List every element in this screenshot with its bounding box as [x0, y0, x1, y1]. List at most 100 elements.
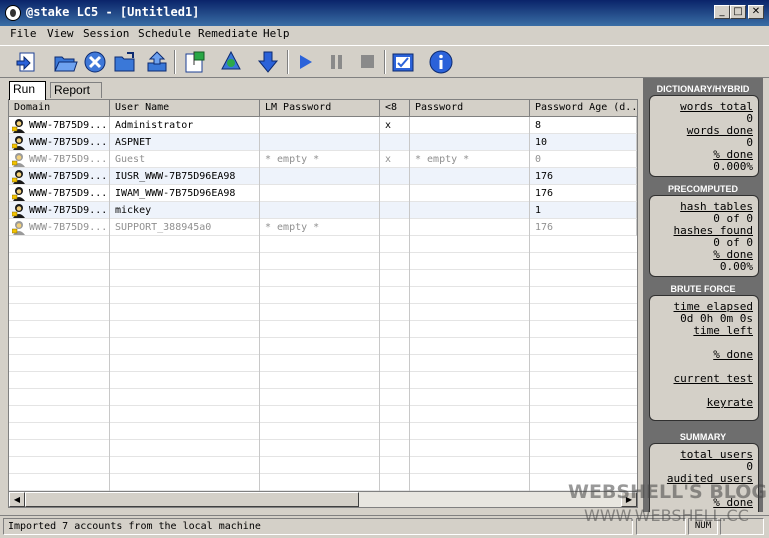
- cell-domain: WWW-7B75D9...: [9, 134, 110, 151]
- column-divider: [259, 117, 260, 492]
- tab-run[interactable]: Run: [9, 81, 46, 100]
- column-header-user-name[interactable]: User Name: [110, 100, 260, 117]
- grid-line: [9, 422, 637, 423]
- cell-user: ASPNET: [110, 134, 260, 151]
- menu-view[interactable]: View: [47, 27, 74, 40]
- column-header-password-age[interactable]: Password Age (d...: [530, 100, 637, 117]
- cell-age: 176: [530, 185, 637, 202]
- pause-icon[interactable]: [323, 49, 349, 75]
- column-divider: [409, 117, 410, 492]
- precomputed-section-title: PRECOMPUTED: [667, 184, 738, 194]
- table-row[interactable]: WWW-7B75D9... IWAM_WWW-7B75D96EA98 176: [9, 185, 637, 202]
- cell-lt8: [380, 185, 410, 202]
- window-title: @stake LC5 - [Untitled1]: [26, 5, 200, 19]
- table-row[interactable]: WWW-7B75D9... IUSR_WWW-7B75D96EA98 176: [9, 168, 637, 185]
- play-icon[interactable]: [292, 49, 318, 75]
- tab-report[interactable]: Report: [50, 82, 102, 98]
- minimize-button[interactable]: _: [714, 5, 730, 19]
- scroll-left-button[interactable]: ◀: [9, 492, 25, 507]
- domain-text: WWW-7B75D9...: [29, 137, 108, 148]
- cell-user: IWAM_WWW-7B75D96EA98: [110, 185, 260, 202]
- report-icon[interactable]: [390, 49, 416, 75]
- progress-panel: DICTIONARY/HYBRID words total 0 words do…: [643, 78, 763, 512]
- grid-line: [9, 252, 637, 253]
- user-icon: [12, 204, 25, 218]
- time-left-label: time left: [693, 324, 753, 337]
- cell-domain: WWW-7B75D9...: [9, 168, 110, 185]
- brute-pct-done-label: % done: [713, 348, 753, 361]
- grid-line: [9, 371, 637, 372]
- summary-section-title: SUMMARY: [679, 432, 727, 442]
- info-icon[interactable]: [428, 49, 454, 75]
- cell-lm: * empty *: [260, 151, 380, 168]
- menu-schedule[interactable]: Schedule: [138, 27, 191, 40]
- toolbar-separator: [174, 50, 176, 74]
- horizontal-scrollbar[interactable]: ◀ ▶: [8, 491, 638, 508]
- table-row[interactable]: WWW-7B75D9... Administrator x 8: [9, 117, 637, 134]
- open-icon[interactable]: [52, 49, 78, 75]
- import-icon[interactable]: [144, 49, 170, 75]
- grid-line: [9, 303, 637, 304]
- menu-file[interactable]: File: [10, 27, 37, 40]
- column-header-password[interactable]: Password: [410, 100, 530, 117]
- cell-age: 176: [530, 168, 637, 185]
- current-test-label: current test: [673, 372, 753, 385]
- cell-lm: [260, 185, 380, 202]
- cell-lt8: [380, 134, 410, 151]
- cell-lt8: [380, 219, 410, 236]
- user-icon: [12, 153, 25, 167]
- session-options-icon[interactable]: [182, 49, 208, 75]
- stop-icon[interactable]: [354, 49, 380, 75]
- table-header: Domain User Name LM Password <8 Password…: [9, 100, 637, 117]
- new-session-icon[interactable]: [14, 49, 40, 75]
- download-icon[interactable]: [255, 49, 281, 75]
- domain-text: WWW-7B75D9...: [29, 120, 108, 131]
- cell-lm: * empty *: [260, 219, 380, 236]
- words-done-label: words done: [686, 124, 753, 137]
- table-row[interactable]: WWW-7B75D9... mickey 1: [9, 202, 637, 219]
- cell-lt8: x: [380, 117, 410, 134]
- column-header-domain[interactable]: Domain: [9, 100, 110, 117]
- table-row[interactable]: WWW-7B75D9... ASPNET 10: [9, 134, 637, 151]
- keyrate-label: keyrate: [706, 396, 753, 409]
- close-button[interactable]: ✕: [748, 5, 764, 19]
- recycle-icon[interactable]: [218, 49, 244, 75]
- cell-user: Guest: [110, 151, 260, 168]
- scroll-thumb[interactable]: [25, 492, 359, 507]
- menu-bar: File View Session Schedule Remediate Hel…: [0, 26, 769, 44]
- grid-line: [9, 456, 637, 457]
- cell-lt8: x: [380, 151, 410, 168]
- table-row[interactable]: WWW-7B75D9... Guest * empty * x * empty * 0: [9, 151, 637, 168]
- maximize-button[interactable]: □: [730, 5, 746, 19]
- domain-text: WWW-7B75D9...: [29, 171, 108, 182]
- cell-user: SUPPORT_388945a0: [110, 219, 260, 236]
- dictionary-pct-done-value: 0.000%: [713, 160, 753, 173]
- cell-password: * empty *: [410, 151, 530, 168]
- brute-force-section-title: BRUTE FORCE: [670, 284, 736, 294]
- domain-text: WWW-7B75D9...: [29, 222, 108, 233]
- cell-lt8: [380, 202, 410, 219]
- cell-domain: WWW-7B75D9...: [9, 219, 110, 236]
- app-icon[interactable]: [5, 5, 21, 21]
- grid-line: [9, 286, 637, 287]
- domain-text: WWW-7B75D9...: [29, 154, 108, 165]
- cell-lm: [260, 202, 380, 219]
- open-folder-icon[interactable]: [112, 49, 138, 75]
- brute-force-box: time elapsed 0d 0h 0m 0s time left % don…: [649, 295, 759, 421]
- menu-remediate[interactable]: Remediate: [198, 27, 258, 40]
- menu-session[interactable]: Session: [83, 27, 129, 40]
- column-divider: [529, 117, 530, 492]
- column-header-less-than-8[interactable]: <8: [380, 100, 410, 117]
- grid-line: [9, 337, 637, 338]
- user-icon: [12, 187, 25, 201]
- grid-line: [9, 473, 637, 474]
- status-message: Imported 7 accounts from the local machi…: [3, 518, 633, 535]
- table-row[interactable]: WWW-7B75D9... SUPPORT_388945a0 * empty * 17…: [9, 219, 637, 236]
- grid-line: [9, 354, 637, 355]
- domain-text: WWW-7B75D9...: [29, 205, 108, 216]
- watermark-url: WWW.WEBSHELL.CC: [584, 506, 749, 525]
- column-header-lm-password[interactable]: LM Password: [260, 100, 380, 117]
- close-session-icon[interactable]: [82, 49, 108, 75]
- toolbar-separator: [287, 50, 289, 74]
- menu-help[interactable]: Help: [263, 27, 290, 40]
